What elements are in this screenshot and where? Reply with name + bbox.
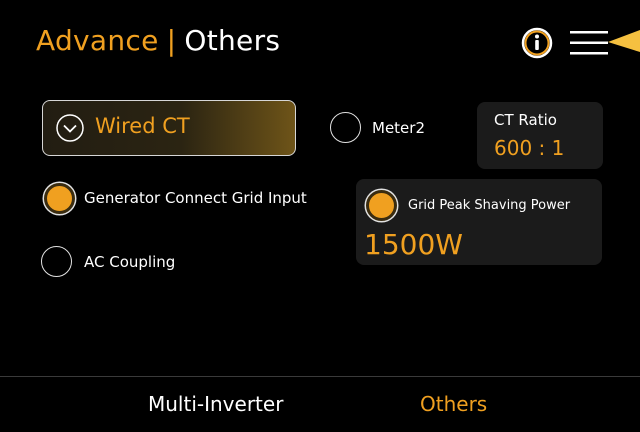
title-advance: Advance — [36, 24, 159, 57]
tab-others[interactable]: Others — [420, 392, 487, 416]
title-separator: | — [166, 24, 177, 57]
bottom-divider — [0, 376, 640, 377]
ct-ratio-card[interactable]: CT Ratio 600 : 1 — [477, 102, 603, 169]
title-others: Others — [184, 24, 281, 57]
ct-source-dropdown[interactable]: Wired CT — [42, 100, 296, 156]
ct-ratio-value: 600 : 1 — [494, 136, 565, 160]
generator-connect-grid-input-radio[interactable] — [44, 183, 75, 214]
page-title: Advance | Others — [36, 24, 280, 57]
info-icon[interactable] — [520, 26, 554, 60]
ac-coupling-radio[interactable] — [41, 246, 72, 277]
grid-peak-shaving-value[interactable]: 1500W — [364, 228, 463, 261]
ac-coupling-label: AC Coupling — [84, 253, 176, 271]
hamburger-menu-icon[interactable] — [570, 29, 610, 57]
generator-connect-grid-input-label: Generator Connect Grid Input — [84, 189, 307, 207]
ct-ratio-label: CT Ratio — [494, 111, 557, 129]
meter2-radio[interactable] — [330, 112, 361, 143]
chevron-down-circle-icon — [55, 113, 85, 143]
grid-peak-shaving-card[interactable]: Grid Peak Shaving Power 1500W — [356, 179, 602, 265]
grid-peak-shaving-radio[interactable] — [366, 190, 397, 221]
ct-source-label: Wired CT — [95, 114, 190, 138]
pointer-arrow-icon — [608, 28, 640, 52]
grid-peak-shaving-label: Grid Peak Shaving Power — [408, 198, 571, 213]
tab-multi-inverter[interactable]: Multi-Inverter — [148, 392, 283, 416]
meter2-label: Meter2 — [372, 119, 425, 137]
